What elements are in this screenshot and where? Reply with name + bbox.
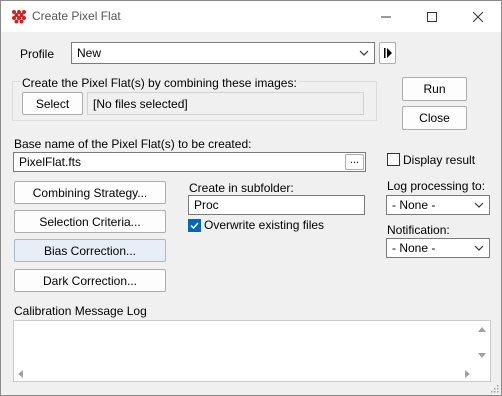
close-button[interactable]: Close [402, 106, 467, 130]
scroll-up-icon[interactable] [478, 327, 486, 332]
scroll-down-icon[interactable] [478, 353, 486, 358]
app-logo-icon [11, 9, 27, 25]
log-processing-value: - None - [392, 198, 436, 212]
display-result-label: Display result [403, 153, 476, 167]
base-name-label: Base name of the Pixel Flat(s) to be cre… [14, 137, 252, 151]
log-processing-select[interactable]: - None - [386, 195, 490, 215]
maximize-button[interactable] [409, 1, 455, 32]
overwrite-checkbox[interactable] [188, 219, 201, 232]
chevron-down-icon [359, 50, 369, 56]
notification-value: - None - [392, 241, 436, 255]
profile-value: New [77, 46, 102, 60]
profile-select[interactable]: New [71, 42, 375, 64]
select-files-button[interactable]: Select [22, 92, 83, 115]
profile-menu-button[interactable] [379, 42, 396, 64]
files-field: [No files selected] [87, 92, 364, 115]
notification-select[interactable]: - None - [386, 238, 490, 258]
browse-button[interactable]: ... [345, 154, 364, 170]
play-arrow-icon [383, 48, 392, 58]
overwrite-label: Overwrite existing files [204, 218, 325, 232]
window-title: Create Pixel Flat [32, 9, 121, 23]
chevron-down-icon [474, 202, 484, 208]
notification-label: Notification: [387, 223, 450, 237]
log-label: Calibration Message Log [14, 304, 147, 318]
run-button[interactable]: Run [402, 77, 467, 101]
dark-correction-button[interactable]: Dark Correction... [14, 269, 166, 292]
scroll-right-icon[interactable] [465, 370, 470, 378]
dialog-window: Create Pixel Flat Profile New Create the… [0, 0, 502, 396]
scroll-left-icon[interactable] [18, 370, 23, 378]
profile-label: Profile [20, 47, 55, 61]
chevron-down-icon [474, 245, 484, 251]
subfolder-input[interactable]: Proc [188, 195, 365, 215]
minimize-button[interactable] [363, 1, 409, 32]
display-result-checkbox[interactable] [387, 153, 400, 166]
combining-strategy-button[interactable]: Combining Strategy... [14, 181, 166, 204]
log-scrollbar[interactable] [473, 321, 490, 381]
log-hscrollbar[interactable] [14, 367, 474, 381]
close-icon [473, 11, 483, 22]
base-name-input[interactable]: PixelFlat.fts [13, 152, 366, 172]
message-log[interactable] [13, 320, 491, 382]
maximize-icon [427, 11, 437, 22]
bias-correction-button[interactable]: Bias Correction... [14, 239, 166, 262]
title-bar: Create Pixel Flat [1, 1, 501, 32]
log-processing-label: Log processing to: [387, 179, 486, 193]
checkmark-icon [190, 222, 199, 230]
selection-criteria-button[interactable]: Selection Criteria... [14, 210, 166, 233]
close-window-button[interactable] [455, 1, 501, 32]
combine-group-label: Create the Pixel Flat(s) by combining th… [20, 76, 299, 90]
minimize-icon [381, 16, 391, 17]
resize-grip-icon[interactable] [489, 383, 499, 393]
subfolder-label: Create in subfolder: [189, 181, 294, 195]
